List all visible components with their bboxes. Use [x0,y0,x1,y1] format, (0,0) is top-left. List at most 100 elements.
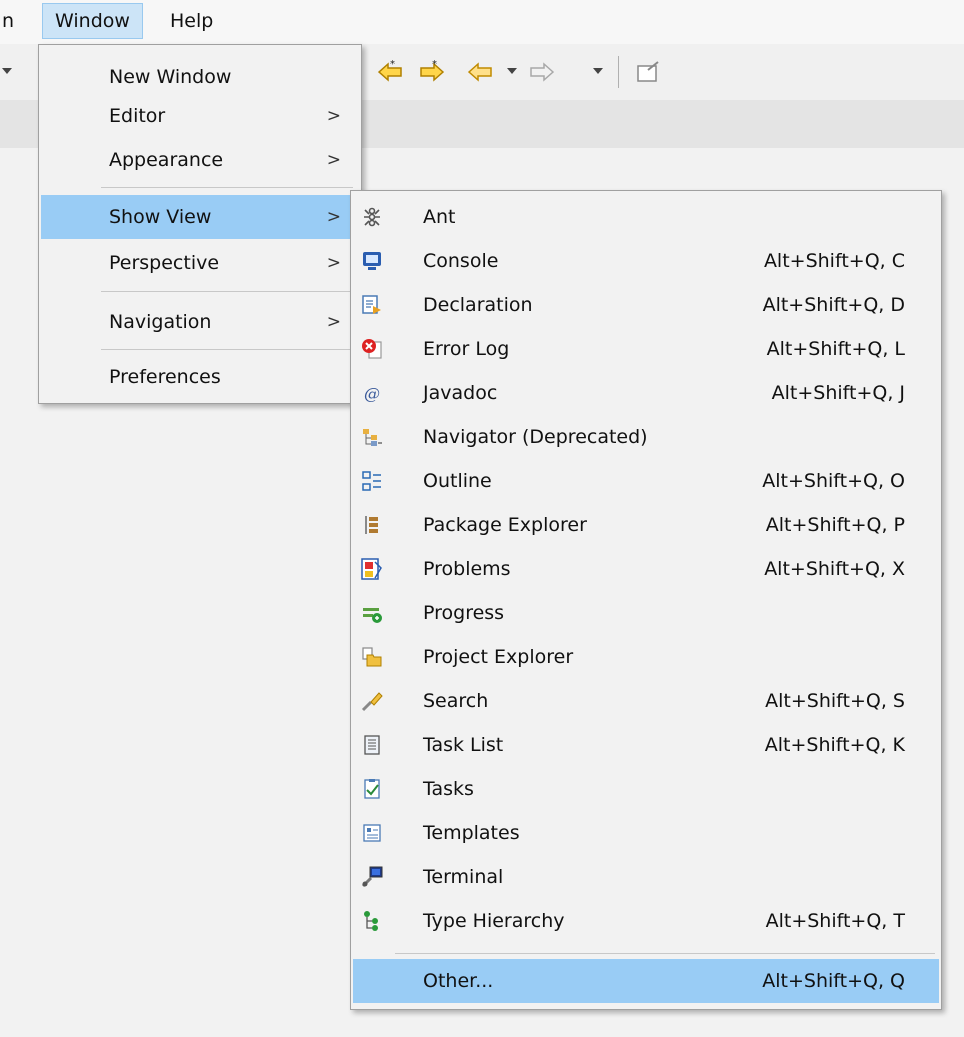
view-item-package-explorer[interactable]: Package Explorer Alt+Shift+Q, P [353,503,939,547]
console-icon [363,252,381,270]
view-item-templates[interactable]: Templates [353,811,939,855]
view-item-label: Javadoc [423,382,498,404]
svg-text:@: @ [364,384,380,403]
view-item-console[interactable]: Console Alt+Shift+Q, C [353,239,939,283]
svg-text:*: * [390,59,395,70]
menu-separator [101,349,353,350]
shortcut-label: Alt+Shift+Q, S [765,690,905,712]
submenu-arrow-icon: > [326,106,341,126]
view-item-label: Ant [423,206,456,228]
menu-item-preferences[interactable]: Preferences [41,355,359,399]
search-icon [361,692,383,712]
templates-icon [363,824,381,842]
terminal-icon [361,866,383,888]
view-item-label: Terminal [423,866,504,888]
task-list-icon [364,735,380,755]
shortcut-label: Alt+Shift+Q, L [766,338,905,360]
ant-icon [364,207,380,227]
back-dropdown-arrow[interactable] [507,68,517,74]
back-icon[interactable] [466,58,494,86]
view-item-other[interactable]: Other... Alt+Shift+Q, Q [353,959,939,1003]
view-item-label: Declaration [423,294,533,316]
view-item-declaration[interactable]: Declaration Alt+Shift+Q, D [353,283,939,327]
view-item-label: Progress [423,602,505,624]
view-item-outline[interactable]: Outline Alt+Shift+Q, O [353,459,939,503]
forward-dropdown-arrow[interactable] [593,68,603,74]
view-item-label: Package Explorer [423,514,587,536]
shortcut-label: Alt+Shift+Q, P [765,514,905,536]
shortcut-label: Alt+Shift+Q, C [763,250,905,272]
show-view-submenu: Ant Console Alt+Shift+Q, C Declaration A… [350,190,942,1010]
toolbar-separator [618,56,619,88]
problems-icon [361,558,382,580]
previous-annotation-icon[interactable]: * [376,58,404,86]
view-item-project-explorer[interactable]: Project Explorer [353,635,939,679]
menubar-item-run[interactable]: n [0,4,26,38]
menu-item-label: Navigation [109,311,212,333]
submenu-arrow-icon: > [326,253,341,273]
view-item-label: Navigator (Deprecated) [423,426,648,448]
view-item-tasks[interactable]: Tasks [353,767,939,811]
shortcut-label: Alt+Shift+Q, Q [762,970,905,992]
menu-separator [101,291,353,292]
menu-bar: n Window Help [0,0,964,44]
toolbar-dropdown-arrow[interactable] [2,68,12,74]
shortcut-label: Alt+Shift+Q, O [762,470,905,492]
view-item-progress[interactable]: Progress [353,591,939,635]
menu-item-label: Editor [109,105,166,127]
view-item-terminal[interactable]: Terminal [353,855,939,899]
shortcut-label: Alt+Shift+Q, X [764,558,905,580]
view-item-label: Project Explorer [423,646,574,668]
view-item-problems[interactable]: Problems Alt+Shift+Q, X [353,547,939,591]
view-item-label: Task List [423,734,504,756]
view-item-javadoc[interactable]: @ Javadoc Alt+Shift+Q, J [353,371,939,415]
view-item-search[interactable]: Search Alt+Shift+Q, S [353,679,939,723]
view-item-label: Tasks [423,778,474,800]
view-item-task-list[interactable]: Task List Alt+Shift+Q, K [353,723,939,767]
pin-editor-icon[interactable] [634,58,662,86]
menu-item-perspective[interactable]: Perspective > [41,241,359,285]
shortcut-label: Alt+Shift+Q, D [762,294,905,316]
outline-icon [362,471,381,491]
menu-separator [395,953,935,954]
error-log-icon [362,339,382,359]
menubar-item-window[interactable]: Window [42,3,143,39]
shortcut-label: Alt+Shift+Q, T [765,910,905,932]
submenu-arrow-icon: > [326,150,341,170]
menu-item-label: Preferences [109,366,221,388]
declaration-icon [362,295,381,314]
next-annotation-icon[interactable]: * [418,58,446,86]
menu-item-show-view[interactable]: Show View > [41,195,359,239]
view-item-navigator[interactable]: Navigator (Deprecated) [353,415,939,459]
view-item-label: Search [423,690,489,712]
javadoc-icon: @ [364,384,380,403]
menu-item-appearance[interactable]: Appearance > [41,138,359,182]
package-explorer-icon [365,516,378,534]
svg-text:*: * [432,59,437,70]
forward-icon[interactable] [528,58,556,86]
tasks-icon [364,779,380,799]
view-item-error-log[interactable]: Error Log Alt+Shift+Q, L [353,327,939,371]
menu-item-label: Show View [109,206,212,228]
shortcut-label: Alt+Shift+Q, K [764,734,905,756]
submenu-arrow-icon: > [326,207,341,227]
menu-separator [101,187,353,188]
type-hierarchy-icon [364,911,378,931]
menu-item-label: Perspective [109,252,220,274]
window-menu: New Window Editor > Appearance > Show Vi… [38,44,362,404]
view-item-ant[interactable]: Ant [353,195,939,239]
view-item-label: Outline [423,470,492,492]
shortcut-label: Alt+Shift+Q, J [771,382,905,404]
view-item-label: Console [423,250,499,272]
view-item-label: Other... [423,970,494,992]
menu-item-editor[interactable]: Editor > [41,94,359,138]
view-item-label: Type Hierarchy [423,910,565,932]
menubar-item-help[interactable]: Help [158,4,225,38]
project-explorer-icon [362,647,382,667]
view-item-label: Error Log [423,338,510,360]
progress-icon [363,608,382,623]
view-item-label: Problems [423,558,511,580]
menu-item-label: Appearance [109,149,224,171]
view-item-type-hierarchy[interactable]: Type Hierarchy Alt+Shift+Q, T [353,899,939,943]
menu-item-navigation[interactable]: Navigation > [41,299,359,345]
